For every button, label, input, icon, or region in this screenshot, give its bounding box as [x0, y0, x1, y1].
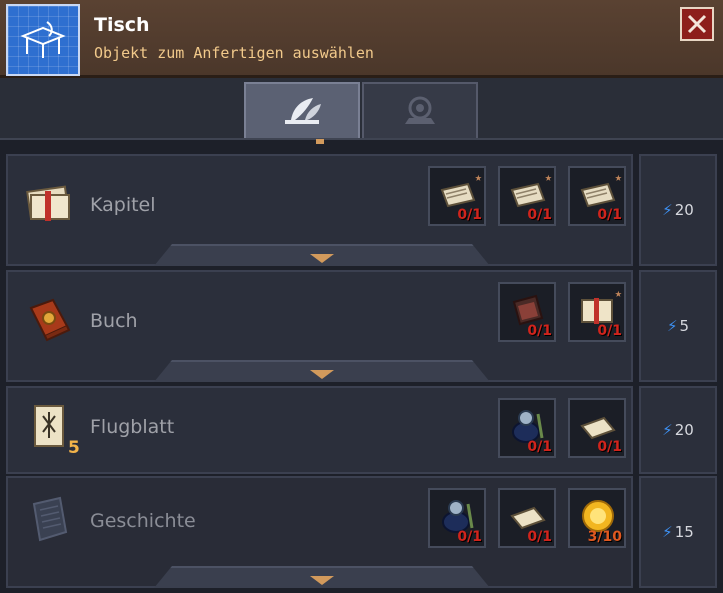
recipe-list: Kapitel ★ 0/1 ★ 0/1 ★ 0/1 ⚡ 20 Buch 0/1 … [0, 144, 723, 593]
star-icon: ★ [614, 286, 622, 300]
recipe-row-buch[interactable]: Buch 0/1 ★ 0/1 [6, 270, 633, 382]
recipe-row-kapitel[interactable]: Kapitel ★ 0/1 ★ 0/1 ★ 0/1 [6, 154, 633, 266]
tab-scrolls[interactable] [362, 82, 478, 138]
energy-value: 20 [674, 201, 694, 219]
ingredient-count: 0/1 [527, 529, 552, 545]
leaflet-icon [24, 402, 74, 452]
recipe-row-flugblatt[interactable]: 5 Flugblatt 0/1 0/1 [6, 386, 633, 474]
close-button[interactable] [680, 7, 714, 41]
star-icon: ★ [474, 170, 482, 184]
expand-toggle[interactable] [154, 360, 490, 382]
recipe-name: Buch [90, 310, 138, 332]
ingredient-count: 0/1 [527, 207, 552, 223]
ingredient-slot[interactable]: ★ 0/1 [428, 166, 486, 226]
chevron-down-icon [310, 370, 334, 379]
ingredient-slot[interactable]: ★ 0/1 [568, 282, 626, 342]
book-icon [24, 294, 74, 344]
chevron-down-icon [310, 254, 334, 263]
yield-quantity: 5 [68, 438, 80, 458]
star-icon: ★ [614, 170, 622, 184]
crafting-header: Tisch Objekt zum Anfertigen auswählen [0, 0, 723, 78]
lightning-icon: ⚡ [662, 421, 673, 439]
ingredient-count: 0/1 [527, 439, 552, 455]
ingredient-slot[interactable]: 0/1 [498, 488, 556, 548]
energy-value: 5 [679, 317, 690, 335]
page-subtitle: Objekt zum Anfertigen auswählen [94, 44, 374, 62]
table-blueprint-icon [6, 4, 80, 76]
quill-icon [285, 98, 321, 124]
expand-toggle[interactable] [154, 566, 490, 588]
energy-value: 15 [674, 523, 694, 541]
story-scroll-icon [24, 494, 74, 544]
lightning-icon: ⚡ [662, 201, 673, 219]
ingredient-slot[interactable]: 0/1 [498, 282, 556, 342]
tab-writing[interactable] [244, 82, 360, 138]
energy-cost: ⚡ 20 [639, 386, 717, 474]
ingredient-count: 0/1 [457, 529, 482, 545]
ingredient-count: 3/10 [587, 529, 622, 545]
page-title: Tisch [94, 14, 150, 36]
expand-toggle[interactable] [154, 244, 490, 266]
ingredient-count: 0/1 [597, 439, 622, 455]
category-tabbar [0, 78, 723, 140]
ingredient-slot[interactable]: 3/10 [568, 488, 626, 548]
ingredient-slot[interactable]: ★ 0/1 [498, 166, 556, 226]
ingredient-slot[interactable]: 0/1 [428, 488, 486, 548]
ingredient-count: 0/1 [597, 323, 622, 339]
ingredient-slot[interactable]: 0/1 [568, 398, 626, 458]
ingredient-count: 0/1 [597, 207, 622, 223]
energy-cost: ⚡ 5 [639, 270, 717, 382]
scroll-wheel-icon [405, 96, 435, 124]
recipe-name: Geschichte [90, 510, 196, 532]
ingredient-slot[interactable]: ★ 0/1 [568, 166, 626, 226]
ingredient-count: 0/1 [457, 207, 482, 223]
lightning-icon: ⚡ [662, 523, 673, 541]
recipe-name: Flugblatt [90, 416, 175, 438]
recipe-row-geschichte[interactable]: Geschichte 0/1 0/1 3/10 [6, 476, 633, 588]
energy-value: 20 [674, 421, 694, 439]
ingredient-count: 0/1 [527, 323, 552, 339]
star-icon: ★ [544, 170, 552, 184]
energy-cost: ⚡ 20 [639, 154, 717, 266]
close-icon [687, 14, 707, 34]
recipe-name: Kapitel [90, 194, 156, 216]
chevron-down-icon [310, 576, 334, 585]
energy-cost: ⚡ 15 [639, 476, 717, 588]
lightning-icon: ⚡ [666, 317, 678, 335]
ingredient-slot[interactable]: 0/1 [498, 398, 556, 458]
chapter-bundle-icon [24, 178, 74, 228]
